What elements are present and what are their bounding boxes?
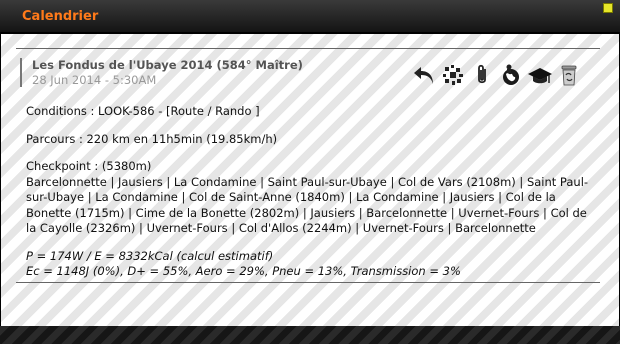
checkpoint-list: Barcelonnette | Jausiers | La Condamine … (26, 174, 589, 236)
sparkle-icon[interactable] (440, 62, 466, 88)
paperclip-icon[interactable] (469, 62, 495, 88)
event-details: Conditions : LOOK-586 - [Route / Rando ]… (26, 104, 596, 292)
bottom-bar (0, 326, 620, 344)
globe-person-icon[interactable] (498, 62, 524, 88)
trash-icon[interactable] (556, 62, 582, 88)
calendar-window: Calendrier Les Fondus de l'Ubaye 2014 (5… (0, 0, 620, 344)
calc-line-2: Ec = 1148J (0%), D+ = 55%, Aero = 29%, P… (26, 264, 461, 278)
event-date: 28 Jun 2014 - 5:30AM (32, 73, 157, 87)
window-title: Calendrier (22, 9, 99, 24)
parcours-text: Parcours : 220 km en 11h5min (19.85km/h) (26, 131, 278, 146)
back-arrow-icon[interactable] (411, 62, 437, 88)
checkpoint-block: Checkpoint : (5380m) Barcelonnette | Jau… (26, 159, 596, 237)
title-bar: Calendrier (0, 0, 620, 33)
top-divider (16, 48, 600, 49)
window-maximize-button[interactable] (603, 3, 613, 13)
event-panel: Les Fondus de l'Ubaye 2014 (584° Maître)… (0, 33, 620, 344)
event-title: Les Fondus de l'Ubaye 2014 (584° Maître) (32, 58, 303, 72)
bottom-divider (16, 282, 600, 283)
event-header: Les Fondus de l'Ubaye 2014 (584° Maître)… (20, 58, 303, 87)
calculation-block: P = 174W / E = 8332kCal (calcul estimati… (26, 249, 596, 280)
calc-line-1: P = 174W / E = 8332kCal (calcul estimati… (26, 248, 274, 263)
event-toolbar (411, 61, 582, 89)
graduation-cap-icon[interactable] (527, 62, 553, 88)
conditions-text: Conditions : LOOK-586 - [Route / Rando ] (26, 104, 260, 118)
checkpoint-label: Checkpoint : (5380m) (26, 159, 152, 173)
